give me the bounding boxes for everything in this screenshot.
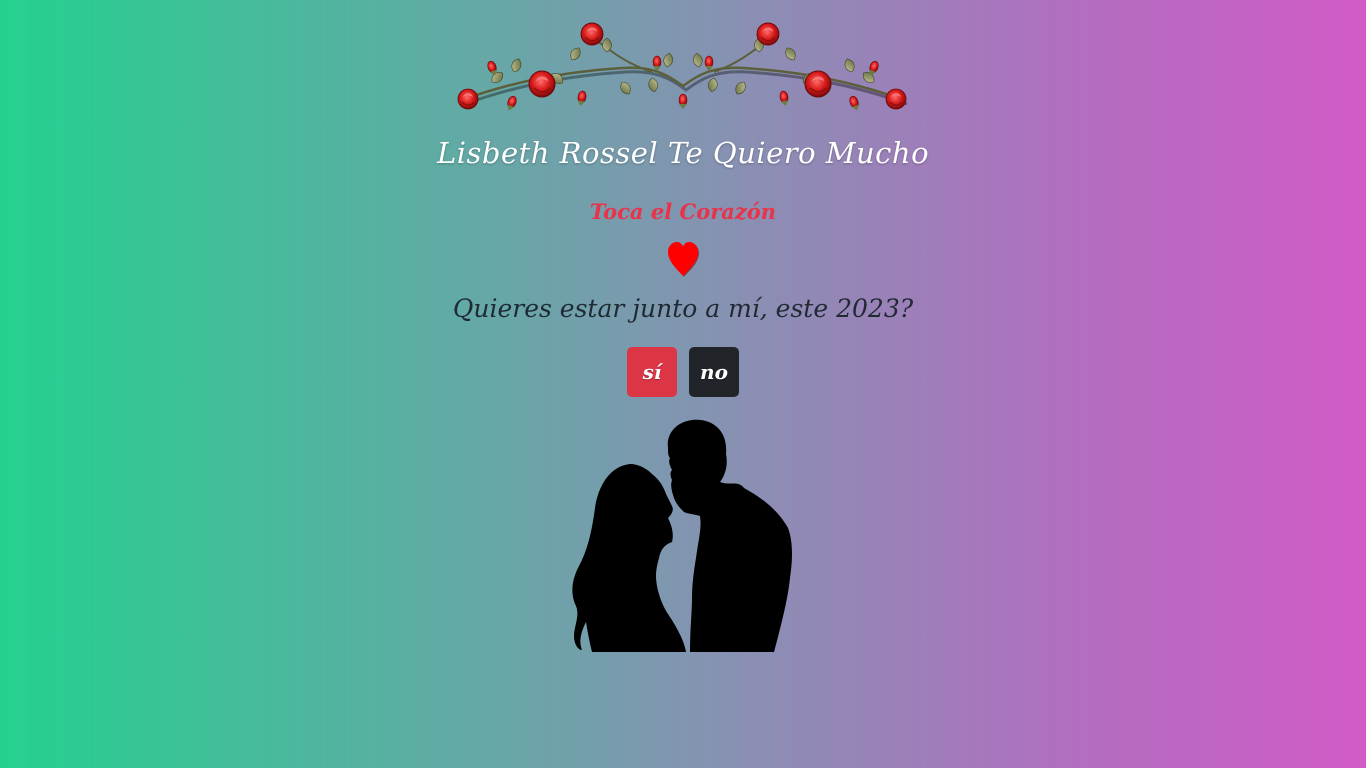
heart-icon	[668, 242, 699, 277]
rose-garland-icon	[457, 22, 908, 113]
subtitle: Toca el Corazón	[589, 199, 777, 224]
no-button[interactable]: no	[689, 347, 739, 397]
couple-silhouette-icon	[572, 419, 792, 652]
yes-button[interactable]: sí	[627, 347, 677, 397]
heart-button[interactable]	[666, 240, 700, 278]
page-title: Lisbeth Rossel Te Quiero Mucho	[436, 136, 930, 170]
page: Lisbeth Rossel Te Quiero Mucho Toca el C…	[0, 0, 1366, 768]
question-text: Quieres estar junto a mí, este 2023?	[452, 294, 914, 323]
